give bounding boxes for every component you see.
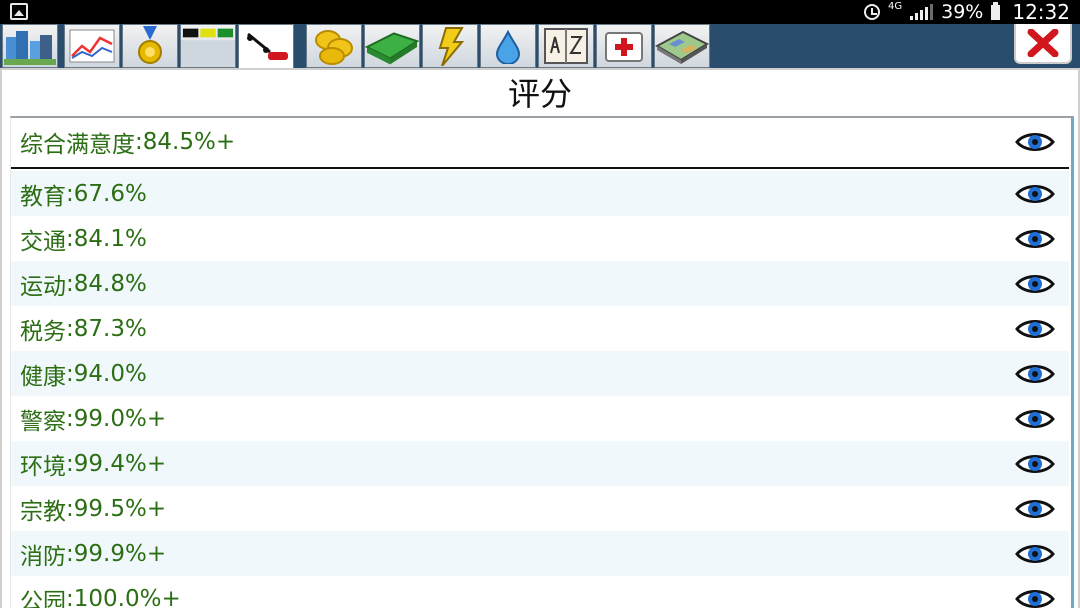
scrollbar[interactable] (1071, 118, 1074, 608)
item-label: 宗教 (20, 498, 66, 525)
item-value: 100.0%+ (73, 585, 181, 608)
tab-trends[interactable] (64, 24, 120, 68)
list-item[interactable]: 健康: 94.0% (11, 351, 1069, 396)
list-item[interactable]: 运动: 84.8% (11, 261, 1069, 306)
tab-water[interactable] (480, 24, 536, 68)
tab-ratings[interactable] (238, 24, 294, 70)
item-value: 99.4%+ (73, 450, 167, 477)
tab-awards[interactable] (122, 24, 178, 68)
tab-money[interactable] (364, 24, 420, 68)
list-item[interactable]: 警察: 99.0%+ (11, 396, 1069, 441)
eye-icon[interactable] (1015, 498, 1055, 520)
eye-icon[interactable] (1015, 453, 1055, 475)
list-item[interactable]: 公园: 100.0%+ (11, 576, 1069, 608)
network-type: 4G (888, 1, 903, 12)
tab-city[interactable] (2, 24, 58, 68)
tab-coins[interactable] (306, 24, 362, 68)
eye-icon[interactable] (1015, 131, 1055, 153)
eye-icon[interactable] (1015, 588, 1055, 608)
item-value: 99.9%+ (73, 540, 167, 567)
list-item[interactable]: 交通: 84.1% (11, 216, 1069, 261)
map-icon (655, 30, 709, 64)
eye-icon[interactable] (1015, 543, 1055, 565)
label-separator: : (66, 495, 74, 522)
label-separator: : (66, 180, 74, 207)
item-value: 84.8% (73, 270, 147, 297)
lightning-icon (438, 27, 465, 66)
list-item[interactable]: 税务: 87.3% (11, 306, 1069, 351)
list-item[interactable]: 消防: 99.9%+ (11, 531, 1069, 576)
eye-icon[interactable] (1015, 273, 1055, 295)
city-icon (4, 31, 56, 65)
tab-bars[interactable] (180, 24, 236, 68)
item-value: 67.6% (73, 180, 147, 207)
label-separator: : (66, 585, 74, 608)
tab-map[interactable] (654, 24, 710, 68)
battery-icon (991, 1, 1001, 20)
alarm-icon (864, 4, 880, 20)
eye-icon[interactable] (1015, 408, 1055, 430)
label-separator: : (66, 270, 74, 297)
ratings-panel: 评分 综合满意度: 84.5%+ 教育: 67.6% 交通: 84.1% 运动:… (0, 68, 1080, 608)
item-value: 99.5%+ (73, 495, 167, 522)
label-separator: : (66, 405, 74, 432)
percent-icon (247, 32, 288, 60)
item-value: 99.0%+ (73, 405, 167, 432)
label-separator: : (66, 450, 74, 477)
label-separator: : (66, 540, 74, 567)
list-item[interactable]: 教育: 67.6% (11, 171, 1069, 216)
item-value: 87.3% (73, 315, 147, 342)
label-separator: : (66, 225, 74, 252)
medal-icon (138, 26, 162, 64)
label-separator: : (66, 360, 74, 387)
item-label: 警察 (20, 408, 66, 435)
first-aid-icon (605, 32, 643, 62)
battery-percent: 39% (941, 1, 984, 23)
item-label: 公园 (20, 588, 66, 608)
bars-icon (181, 28, 235, 66)
money-icon (365, 32, 419, 65)
status-right: 4G 39% 12:32 (864, 0, 1070, 24)
close-icon (1027, 29, 1059, 57)
eye-icon[interactable] (1015, 183, 1055, 205)
status-bar: 4G 39% 12:32 (0, 0, 1080, 24)
list-item[interactable]: 宗教: 99.5%+ (11, 486, 1069, 531)
tab-power[interactable] (422, 24, 478, 68)
overall-label: 综合满意度 (20, 132, 135, 158)
overall-divider (11, 167, 1069, 169)
dictionary-icon (544, 28, 588, 64)
overall-satisfaction-row[interactable]: 综合满意度: 84.5%+ (11, 120, 1069, 164)
item-label: 消防 (20, 543, 66, 570)
label-separator: : (135, 129, 143, 155)
toolbar (0, 24, 1080, 70)
list-item[interactable]: 环境: 99.4%+ (11, 441, 1069, 486)
item-value: 94.0% (73, 360, 147, 387)
item-label: 交通 (20, 228, 66, 255)
coins-icon (315, 30, 353, 65)
label-separator: : (66, 315, 74, 342)
close-button[interactable] (1014, 24, 1072, 64)
water-drop-icon (495, 29, 521, 64)
item-label: 税务 (20, 318, 66, 345)
eye-icon[interactable] (1015, 318, 1055, 340)
signal-icon (910, 4, 934, 20)
eye-icon[interactable] (1015, 363, 1055, 385)
item-value: 84.1% (73, 225, 147, 252)
item-label: 环境 (20, 453, 66, 480)
page-title: 评分 (507, 75, 572, 113)
ratings-list[interactable]: 综合满意度: 84.5%+ 教育: 67.6% 交通: 84.1% 运动: 84… (10, 116, 1074, 608)
status-time: 12:32 (1012, 0, 1070, 24)
tab-health[interactable] (596, 24, 652, 68)
overall-value: 84.5%+ (142, 129, 236, 155)
item-label: 运动 (20, 273, 66, 300)
item-label: 健康 (20, 363, 66, 390)
gallery-notification-icon (10, 3, 28, 20)
line-chart-icon (69, 29, 115, 63)
eye-icon[interactable] (1015, 228, 1055, 250)
item-label: 教育 (20, 183, 66, 210)
tab-dictionary[interactable] (538, 24, 594, 68)
